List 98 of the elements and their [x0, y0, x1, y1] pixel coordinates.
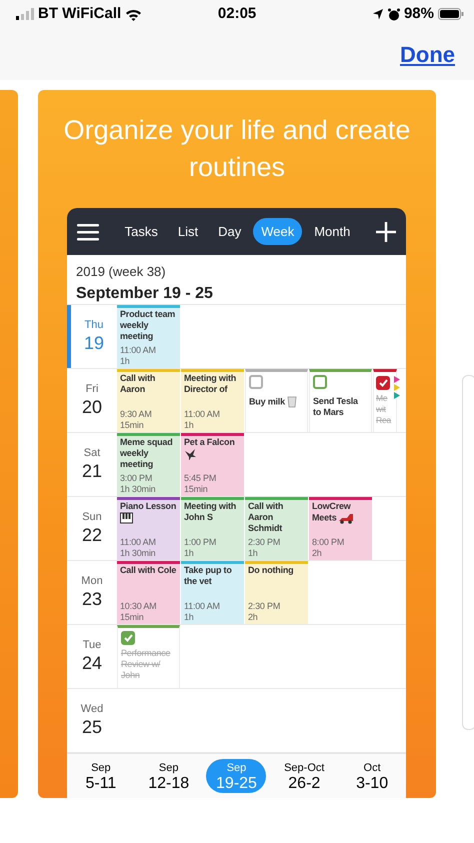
- tab[interactable]: Day: [210, 218, 250, 246]
- event-card[interactable]: Do nothing 2:30 PM 2h: [245, 561, 308, 624]
- event-time: 2:30 PM: [248, 537, 282, 548]
- event-time: 5:45 PM: [184, 473, 218, 484]
- signal-icon: [16, 8, 34, 20]
- date-range-button[interactable]: Sep-Oct 26-2: [274, 759, 334, 793]
- event-duration: 15min: [120, 612, 145, 623]
- event-title: Pet a Falcon: [184, 437, 241, 460]
- checkbox[interactable]: [313, 375, 327, 389]
- event-duration: 1h: [184, 420, 195, 431]
- task-title: Buy milk: [249, 396, 304, 408]
- battery-icon: [438, 8, 464, 20]
- event-card[interactable]: Call with Cole 10:30 AM 15min: [117, 561, 180, 624]
- event-card[interactable]: Take pup to the vet 11:00 AM 1h: [181, 561, 244, 624]
- alarm-icon: [388, 8, 400, 20]
- date-range-button[interactable]: Oct 3-10: [342, 759, 402, 793]
- weekday: Fri: [84, 383, 100, 396]
- weekday: Mon: [80, 575, 104, 588]
- weekday: Sat: [82, 447, 102, 460]
- event-card[interactable]: LowCrew Meets 8:00 PM 2h: [309, 497, 372, 560]
- done-button[interactable]: Done: [399, 36, 456, 72]
- event-title: Take pup to the vet: [184, 565, 233, 587]
- event-title: Do nothing: [248, 565, 294, 576]
- weekday: Sun: [81, 511, 103, 524]
- battery-level: 98%: [404, 4, 434, 24]
- day-number: 19: [82, 332, 106, 354]
- tab[interactable]: List: [170, 218, 206, 246]
- event-title: Meeting with Director of: [184, 373, 238, 395]
- glass-icon: [287, 396, 298, 408]
- event-duration: 1h: [248, 548, 259, 559]
- checkbox[interactable]: [249, 375, 263, 389]
- event-title: Call with Cole: [120, 565, 177, 576]
- event-duration: 2h: [312, 548, 323, 559]
- event-duration: 1h: [184, 548, 195, 559]
- event-title: Call with Aaron Schmidt: [248, 501, 284, 534]
- clock: 02:05: [218, 4, 256, 22]
- event-time: 10:30 AM: [120, 601, 158, 612]
- event-duration: 2h: [248, 612, 259, 623]
- event-card[interactable]: Piano Lesson 11:00 AM 1h 30min: [117, 497, 180, 560]
- event-title: Piano Lesson: [120, 501, 177, 524]
- event-time: 2:30 PM: [248, 601, 282, 612]
- date-range-button[interactable]: Sep 12-18: [138, 759, 199, 793]
- event-time: 11:00 AM: [184, 601, 221, 612]
- event-card[interactable]: Meeting with Director of 11:00 AM 1h: [181, 369, 244, 432]
- event-title: Call with Aaron: [120, 373, 156, 395]
- day-number: 20: [80, 396, 104, 418]
- event-time: 11:00 AM: [184, 409, 221, 420]
- day-number: 21: [80, 460, 104, 482]
- promo-title: Organize your life and create routines: [62, 114, 412, 184]
- tab[interactable]: Month: [306, 218, 358, 246]
- event-duration: 1h 30min: [120, 548, 156, 559]
- piano-icon: [120, 512, 133, 524]
- event-time: 3:00 PM: [120, 473, 154, 484]
- day-number: 25: [80, 716, 104, 738]
- task-title: Performance Review w/ John: [121, 648, 172, 680]
- event-card[interactable]: Meeting with John S 1:00 PM 1h: [181, 497, 244, 560]
- event-title: LowCrew Meets: [312, 501, 354, 524]
- day-number: 22: [80, 524, 104, 546]
- wifi-icon: [125, 8, 142, 20]
- event-card[interactable]: Call with Aaron 9:30 AM 15min: [117, 369, 180, 432]
- tab[interactable]: Tasks: [116, 218, 166, 246]
- event-time: 9:30 AM: [120, 409, 153, 420]
- event-title: Meeting with John S: [184, 501, 238, 523]
- event-time: 1:00 PM: [184, 537, 218, 548]
- task-card[interactable]: Buy milk: [245, 369, 308, 432]
- event-duration: 1h 30min: [120, 484, 156, 495]
- event-time: 8:00 PM: [312, 537, 346, 548]
- event-card[interactable]: Pet a Falcon 5:45 PM 15min: [181, 433, 244, 496]
- event-title: Meme squad weekly meeting: [120, 437, 174, 470]
- date-range-button[interactable]: Sep 5-11: [70, 759, 131, 793]
- date-range: September 19 - 25: [76, 284, 214, 304]
- event-card[interactable]: Product team weekly meeting 11:00 AM 1h: [117, 305, 180, 368]
- event-duration: 15min: [184, 484, 209, 495]
- carrier-name: BT WiFiCall: [38, 4, 122, 24]
- event-card[interactable]: Call with Aaron Schmidt 2:30 PM 1h: [245, 497, 308, 560]
- task-card[interactable]: Send Tesla to Mars: [309, 369, 372, 432]
- event-duration: 15min: [120, 420, 145, 431]
- bird-icon: [184, 448, 196, 460]
- event-title: Product team weekly meeting: [120, 309, 176, 342]
- add-icon[interactable]: [376, 222, 396, 242]
- location-icon: [372, 8, 384, 20]
- event-duration: 1h: [184, 612, 195, 623]
- task-title: Send Tesla to Mars: [313, 396, 359, 418]
- event-time: 11:00 AM: [120, 345, 157, 356]
- event-card[interactable]: Meme squad weekly meeting 3:00 PM 1h 30min: [117, 433, 180, 496]
- day-number: 23: [80, 588, 104, 610]
- day-number: 24: [80, 652, 104, 674]
- event-time: 11:00 AM: [120, 537, 157, 548]
- checkbox[interactable]: [121, 631, 135, 645]
- weekday: Thu: [84, 319, 104, 332]
- weekday: Wed: [80, 703, 104, 716]
- menu-icon[interactable]: [77, 222, 99, 240]
- weekday: Tue: [82, 639, 102, 652]
- week-label: 2019 (week 38): [76, 263, 167, 281]
- task-title: Me wit Rea: [376, 393, 392, 426]
- checkbox[interactable]: [376, 376, 390, 390]
- race-car-icon: [338, 512, 353, 524]
- event-duration: 1h: [120, 356, 131, 367]
